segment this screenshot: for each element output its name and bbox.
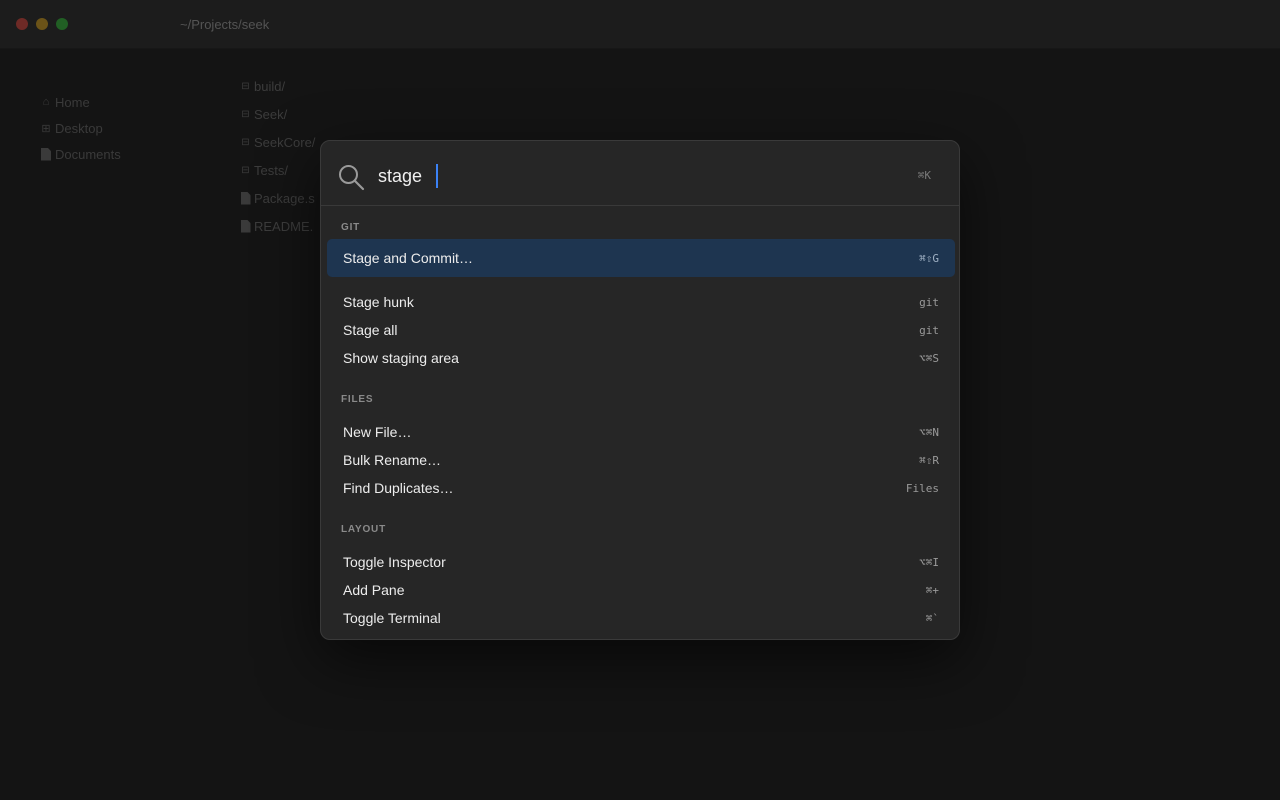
title-bar: ~/Projects/seek xyxy=(0,0,1280,49)
command-label: Add Pane xyxy=(343,582,405,598)
command-stage-all[interactable]: Stage all git xyxy=(327,316,955,344)
folder-icon: ⊟ xyxy=(241,164,250,176)
sidebar-item-home[interactable]: ⌂ Home xyxy=(40,92,90,112)
zoom-window-button[interactable] xyxy=(56,18,68,30)
command-bulk-rename[interactable]: Bulk Rename… ⌘⇧R xyxy=(327,446,955,474)
command-label: Find Duplicates… xyxy=(343,480,454,496)
palette-shortcut-hint: ⌘K xyxy=(917,169,931,182)
command-new-file[interactable]: New File… ⌥⌘N xyxy=(327,418,955,446)
file-item-label: Seek/ xyxy=(254,106,288,122)
sidebar-item-label: Desktop xyxy=(55,120,103,136)
file-icon xyxy=(240,219,251,233)
close-window-button[interactable] xyxy=(16,18,28,30)
command-label: Toggle Inspector xyxy=(343,554,446,570)
window-title: ~/Projects/seek xyxy=(180,17,270,32)
sidebar-item-label: Home xyxy=(55,94,90,110)
section-label-git: GIT xyxy=(341,222,361,233)
file-item-label: Tests/ xyxy=(254,162,288,178)
desktop-icon: ⊞ xyxy=(41,122,51,135)
command-shortcut: ⌘⇧G xyxy=(919,251,939,265)
command-shortcut: Files xyxy=(905,481,939,495)
file-item[interactable]: ⊟ SeekCore/ xyxy=(240,132,315,152)
folder-icon: ⊟ xyxy=(241,80,250,92)
command-label: Stage hunk xyxy=(343,294,414,310)
search-icon xyxy=(339,165,365,191)
folder-icon: ⊟ xyxy=(241,108,250,120)
command-shortcut: git xyxy=(919,323,939,337)
command-label: Show staging area xyxy=(343,350,459,366)
file-item[interactable]: ⊟ Tests/ xyxy=(240,160,288,180)
command-label: Bulk Rename… xyxy=(343,452,442,468)
file-item[interactable]: README. xyxy=(240,216,313,236)
command-palette: stage ⌘K GIT Stage and Commit… ⌘⇧G Stage… xyxy=(320,140,960,640)
command-add-pane[interactable]: Add Pane ⌘+ xyxy=(327,576,955,604)
file-item[interactable]: ⊟ build/ xyxy=(240,76,285,96)
text-caret xyxy=(436,164,439,188)
command-label: Stage and Commit… xyxy=(343,250,473,266)
file-item-label: SeekCore/ xyxy=(254,134,316,150)
command-label: Stage all xyxy=(343,322,398,338)
command-shortcut: ⌥⌘I xyxy=(919,555,939,569)
sidebar-item-documents[interactable]: Documents xyxy=(40,144,121,164)
command-shortcut: git xyxy=(919,295,939,309)
palette-search-input[interactable]: stage xyxy=(378,163,439,189)
command-shortcut: ⌘` xyxy=(925,611,939,625)
search-query: stage xyxy=(378,165,423,186)
command-show-staging-area[interactable]: Show staging area ⌥⌘S xyxy=(327,344,955,372)
command-toggle-terminal[interactable]: Toggle Terminal ⌘` xyxy=(327,604,955,632)
file-item[interactable]: ⊟ Seek/ xyxy=(240,104,287,124)
command-shortcut: ⌘+ xyxy=(925,583,939,597)
sidebar-item-desktop[interactable]: ⊞ Desktop xyxy=(40,118,103,138)
file-icon xyxy=(240,191,251,205)
command-shortcut: ⌘⇧R xyxy=(919,453,939,467)
sidebar-item-label: Documents xyxy=(55,146,121,162)
palette-search-row: stage ⌘K xyxy=(321,141,959,206)
home-icon: ⌂ xyxy=(42,96,50,108)
minimize-window-button[interactable] xyxy=(36,18,48,30)
file-item-label: build/ xyxy=(254,78,286,94)
command-label: New File… xyxy=(343,424,412,440)
command-stage-hunk[interactable]: Stage hunk git xyxy=(327,288,955,316)
command-toggle-inspector[interactable]: Toggle Inspector ⌥⌘I xyxy=(327,548,955,576)
command-shortcut: ⌥⌘N xyxy=(919,425,939,439)
section-label-files: FILES xyxy=(341,394,374,405)
file-item-label: Package.s xyxy=(254,190,315,206)
command-shortcut: ⌥⌘S xyxy=(919,351,939,365)
command-find-duplicates[interactable]: Find Duplicates… Files xyxy=(327,474,955,502)
file-item[interactable]: Package.s xyxy=(240,188,315,208)
command-stage-and-commit[interactable]: Stage and Commit… ⌘⇧G xyxy=(327,239,955,277)
folder-icon: ⊟ xyxy=(241,136,250,148)
section-label-layout: LAYOUT xyxy=(341,524,386,535)
file-item-label: README. xyxy=(254,218,314,234)
command-label: Toggle Terminal xyxy=(343,610,441,626)
document-icon xyxy=(40,147,52,161)
